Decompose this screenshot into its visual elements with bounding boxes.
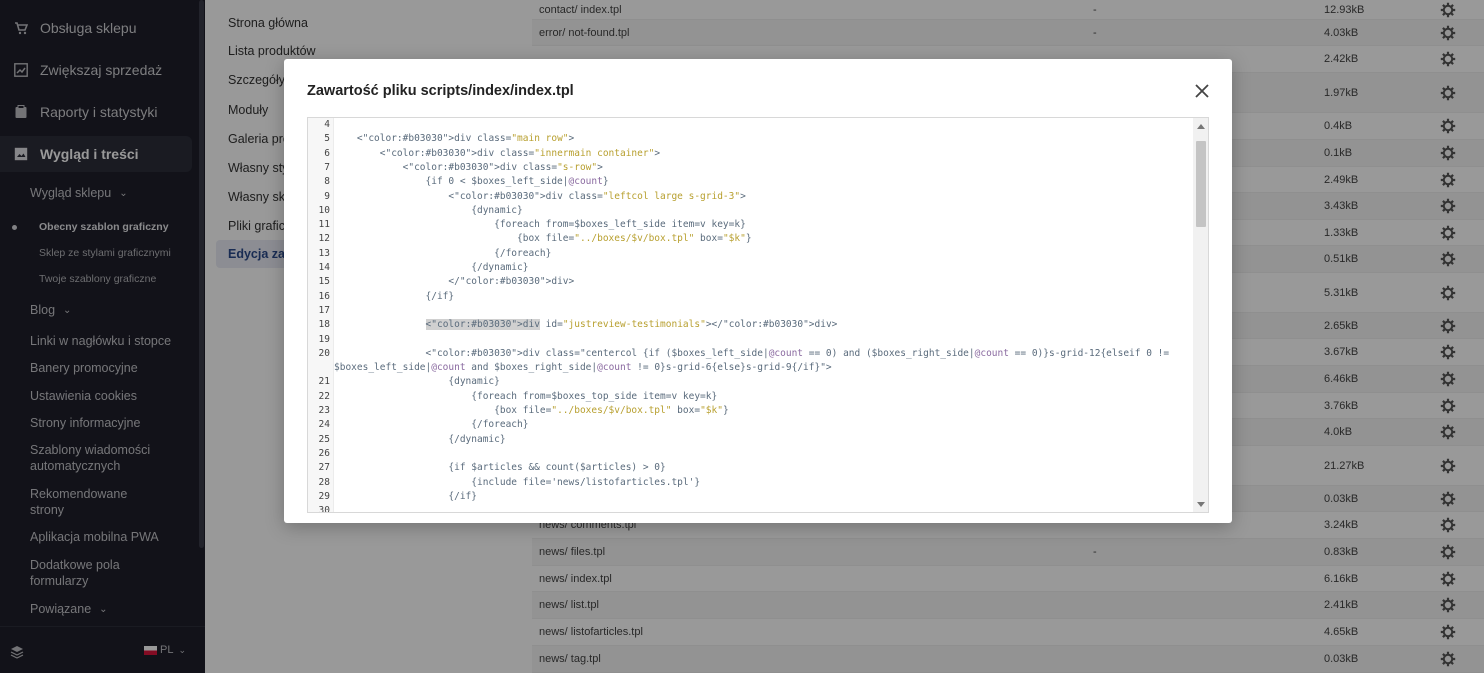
code-line: </"color:#b03030">div> (334, 276, 575, 288)
code-line: {dynamic} (334, 376, 500, 388)
close-icon[interactable] (1192, 81, 1212, 101)
code-line: {box file="../boxes/$v/box.tpl" box="$k"… (334, 405, 729, 416)
line-number: 10 (318, 204, 330, 216)
code-line: {/foreach} (334, 419, 529, 431)
code-line: {if 0 < $boxes_left_side|@count} (334, 176, 609, 188)
code-line: <"color:#b03030">div id="justreview-test… (425, 319, 838, 331)
file-content-modal: Zawartość pliku scripts/index/index.tpl … (284, 59, 1232, 523)
line-number: 20 (318, 347, 330, 359)
line-number: 16 (318, 290, 330, 302)
line-number: 4 (324, 119, 330, 130)
line-number: 24 (318, 419, 330, 431)
code-line: {/dynamic} (334, 433, 506, 445)
line-number: 12 (318, 233, 330, 245)
line-number: 26 (318, 447, 330, 459)
line-number: 17 (318, 304, 330, 316)
line-number: 22 (318, 390, 330, 402)
code-line: <"color:#b03030">div class="centercol {i… (334, 347, 1170, 359)
code-viewer[interactable]: 4 5 <"color:#b03030">div class="main row"… (307, 117, 1209, 513)
code-line: $boxes_left_side|@count and $boxes_right… (334, 362, 832, 374)
code-line: {if $articles && count($articles) > 0} (334, 462, 666, 474)
line-number: 5 (324, 133, 330, 145)
code-line: {/if} (334, 490, 477, 502)
line-number: 21 (318, 376, 330, 388)
code-line: <"color:#b03030">div class="main row"> (334, 133, 575, 145)
code-line: <"color:#b03030">div class="innermain co… (334, 147, 661, 159)
line-number: 19 (318, 333, 330, 345)
code-line: {include file='news/listofarticles.tpl'} (334, 476, 701, 488)
code-scrollbar[interactable] (1193, 118, 1208, 512)
code-line: <"color:#b03030">div class="leftcol larg… (334, 190, 746, 202)
line-number: 15 (318, 276, 330, 288)
code-line: {dynamic} (334, 204, 523, 216)
line-number: 18 (318, 319, 330, 331)
line-number: 11 (318, 219, 330, 231)
line-number: 27 (318, 462, 330, 474)
scroll-down-arrow-icon[interactable] (1197, 502, 1205, 507)
code-line: <"color:#b03030">div class="s-row"> (334, 161, 603, 173)
code-line: {foreach from=$boxes_left_side item=v ke… (334, 219, 746, 231)
code-line: {/foreach} (334, 247, 552, 259)
line-number: 8 (324, 176, 330, 188)
line-number: 28 (318, 476, 330, 488)
line-number: 23 (318, 405, 330, 416)
line-number: 14 (318, 262, 330, 273)
line-number: 25 (318, 433, 330, 445)
line-number: 7 (324, 161, 330, 173)
scrollbar-thumb[interactable] (1196, 141, 1206, 227)
line-number: 9 (324, 190, 330, 202)
line-number: 6 (324, 147, 330, 159)
code-line: {/if} (334, 290, 455, 302)
code-line: {box file="../boxes/$v/box.tpl" box="$k"… (334, 233, 752, 245)
line-number: 30 (318, 505, 330, 513)
code-line: {/dynamic} (334, 262, 529, 273)
modal-title: Zawartość pliku scripts/index/index.tpl (307, 83, 574, 99)
line-number: 29 (318, 490, 330, 502)
scroll-up-arrow-icon[interactable] (1197, 124, 1205, 129)
line-number: 13 (318, 247, 330, 259)
code-line: {foreach from=$boxes_top_side item=v key… (334, 390, 718, 402)
